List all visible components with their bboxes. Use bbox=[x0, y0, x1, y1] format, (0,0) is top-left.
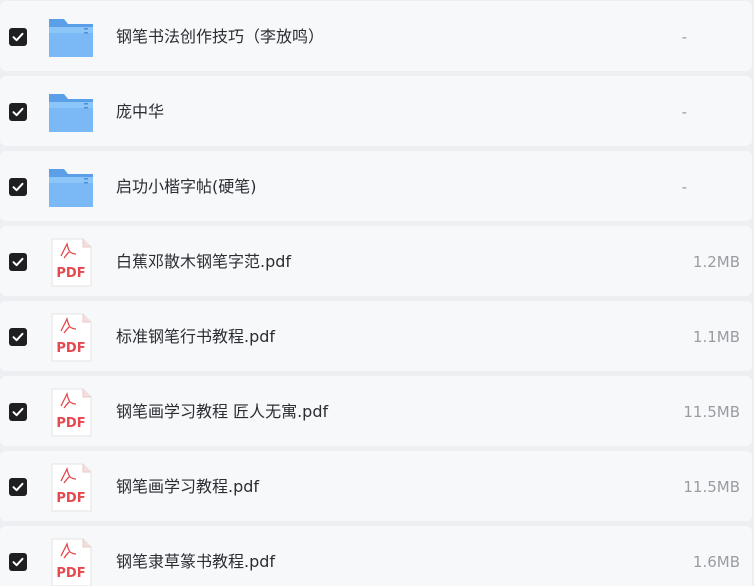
check-icon bbox=[12, 407, 24, 417]
file-size: 11.5MB bbox=[683, 478, 740, 496]
pdf-file-icon: PDF bbox=[46, 238, 96, 288]
file-size: 11.5MB bbox=[683, 403, 740, 421]
svg-text:PDF: PDF bbox=[56, 266, 85, 281]
file-name[interactable]: 钢笔隶草篆书教程.pdf bbox=[116, 526, 275, 586]
pdf-file-icon: PDF bbox=[46, 388, 96, 438]
pdf-file-icon: PDF bbox=[46, 313, 96, 363]
check-icon bbox=[12, 332, 24, 342]
row-checkbox[interactable] bbox=[9, 178, 27, 196]
check-icon bbox=[12, 32, 24, 42]
check-icon bbox=[12, 557, 24, 567]
row-checkbox[interactable] bbox=[9, 253, 27, 271]
row-checkbox[interactable] bbox=[9, 28, 27, 46]
file-row-pdf[interactable]: PDF 标准钢笔行书教程.pdf 1.1MB bbox=[0, 301, 752, 371]
folder-icon bbox=[46, 13, 96, 63]
file-row-folder[interactable]: 钢笔书法创作技巧（李放鸣） - bbox=[0, 1, 752, 71]
file-name[interactable]: 钢笔画学习教程 匠人无寓.pdf bbox=[116, 376, 328, 448]
check-icon bbox=[12, 182, 24, 192]
svg-text:PDF: PDF bbox=[56, 566, 85, 581]
svg-text:PDF: PDF bbox=[56, 491, 85, 506]
file-row-pdf[interactable]: PDF 钢笔隶草篆书教程.pdf 1.6MB bbox=[0, 526, 752, 586]
pdf-file-icon: PDF bbox=[46, 463, 96, 513]
file-size: - bbox=[681, 28, 687, 46]
file-name[interactable]: 白蕉邓散木钢笔字范.pdf bbox=[116, 226, 291, 298]
check-icon bbox=[12, 482, 24, 492]
check-icon bbox=[12, 257, 24, 267]
file-size: 1.2MB bbox=[692, 253, 740, 271]
file-size: - bbox=[681, 178, 687, 196]
file-row-folder[interactable]: 启功小楷字帖(硬笔) - bbox=[0, 151, 752, 221]
file-size: 1.1MB bbox=[692, 328, 740, 346]
svg-text:PDF: PDF bbox=[56, 416, 85, 431]
file-row-folder[interactable]: 庞中华 - bbox=[0, 76, 752, 146]
row-checkbox[interactable] bbox=[9, 478, 27, 496]
file-name[interactable]: 钢笔画学习教程.pdf bbox=[116, 451, 259, 523]
file-name[interactable]: 启功小楷字帖(硬笔) bbox=[116, 151, 257, 223]
check-icon bbox=[12, 107, 24, 117]
folder-icon bbox=[46, 88, 96, 138]
svg-text:PDF: PDF bbox=[56, 341, 85, 356]
row-checkbox[interactable] bbox=[9, 403, 27, 421]
file-row-pdf[interactable]: PDF 钢笔画学习教程 匠人无寓.pdf 11.5MB bbox=[0, 376, 752, 446]
row-checkbox[interactable] bbox=[9, 328, 27, 346]
file-row-pdf[interactable]: PDF 白蕉邓散木钢笔字范.pdf 1.2MB bbox=[0, 226, 752, 296]
folder-icon bbox=[46, 163, 96, 213]
file-name[interactable]: 钢笔书法创作技巧（李放鸣） bbox=[116, 1, 324, 73]
file-list: 钢笔书法创作技巧（李放鸣） - 庞中华 - 启功小楷字帖(硬笔) - PDF 白… bbox=[0, 0, 754, 586]
file-size: - bbox=[681, 103, 687, 121]
pdf-file-icon: PDF bbox=[46, 538, 96, 586]
row-checkbox[interactable] bbox=[9, 553, 27, 571]
file-row-pdf[interactable]: PDF 钢笔画学习教程.pdf 11.5MB bbox=[0, 451, 752, 521]
row-checkbox[interactable] bbox=[9, 103, 27, 121]
file-size: 1.6MB bbox=[692, 553, 740, 571]
file-name[interactable]: 标准钢笔行书教程.pdf bbox=[116, 301, 275, 373]
file-name[interactable]: 庞中华 bbox=[116, 76, 164, 148]
